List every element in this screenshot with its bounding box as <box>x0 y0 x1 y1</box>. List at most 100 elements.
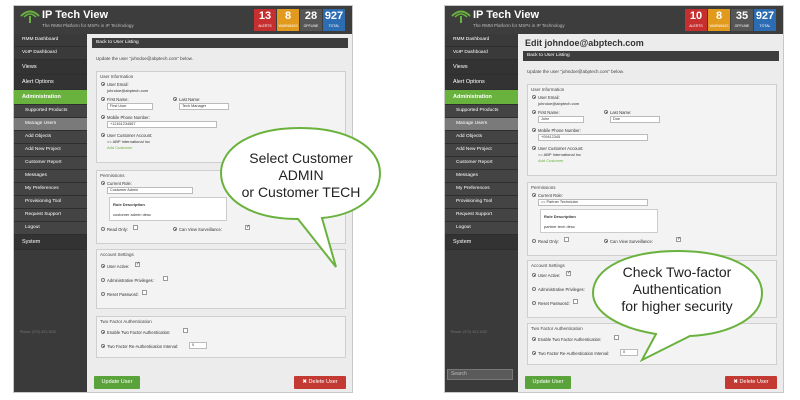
nav-add-new-project[interactable]: Add New Project <box>14 144 87 157</box>
phone-radio[interactable] <box>532 128 536 132</box>
offline-counter[interactable]: 28 OFFLINE <box>300 9 322 31</box>
nav-add-objects[interactable]: Add Objects <box>14 131 87 144</box>
add-customer-link[interactable]: Add Customer <box>107 145 133 150</box>
nav-messages[interactable]: Messages <box>445 170 518 183</box>
surveillance-checkbox[interactable] <box>676 236 681 242</box>
nav-voip-dashboard[interactable]: VoIP Dashboard <box>445 47 518 60</box>
phone-radio[interactable] <box>101 115 105 119</box>
surveillance-radio[interactable] <box>604 239 608 243</box>
read-only-checkbox[interactable] <box>133 225 138 230</box>
nav-logout[interactable]: Logout <box>14 222 87 235</box>
email-radio[interactable] <box>101 82 105 86</box>
back-to-user-listing[interactable]: Back to User Listing <box>523 51 779 61</box>
reauth-interval-radio[interactable] <box>532 351 536 355</box>
admin-privileges-radio[interactable] <box>532 287 536 291</box>
back-to-user-listing[interactable]: Back to User Listing <box>92 38 348 48</box>
first-name-label: First Name: <box>107 97 129 102</box>
last-name-radio[interactable] <box>604 110 608 114</box>
total-counter[interactable]: 927 TOTAL <box>323 9 345 31</box>
offline-counter[interactable]: 35 OFFLINE <box>731 9 753 31</box>
user-active-radio[interactable] <box>101 264 105 268</box>
role-select[interactable]: Customer Admin <box>107 187 193 194</box>
enable-2fa-radio[interactable] <box>532 337 536 341</box>
account-radio[interactable] <box>101 133 105 137</box>
nav-administration[interactable]: Administration <box>14 90 87 105</box>
reset-password-radio[interactable] <box>101 292 105 296</box>
nav-logout[interactable]: Logout <box>445 222 518 235</box>
nav-request-support[interactable]: Request Support <box>14 209 87 222</box>
nav-provisioning-tool[interactable]: Provisioning Tool <box>14 196 87 209</box>
total-counter[interactable]: 927 TOTAL <box>754 9 776 31</box>
nav-supported-products[interactable]: Supported Products <box>14 105 87 118</box>
account-select[interactable]: == ABP International Inc <box>538 152 581 157</box>
nav-system[interactable]: System <box>14 235 87 250</box>
account-radio[interactable] <box>532 146 536 150</box>
email-radio[interactable] <box>532 95 536 99</box>
first-name-radio[interactable] <box>101 97 105 101</box>
nav-provisioning-tool[interactable]: Provisioning Tool <box>445 196 518 209</box>
last-name-input[interactable]: Tech Manager <box>179 103 229 110</box>
nav-voip-dashboard[interactable]: VoIP Dashboard <box>14 47 87 60</box>
nav-request-support[interactable]: Request Support <box>445 209 518 222</box>
reset-password-checkbox[interactable] <box>573 299 578 304</box>
nav-alert-options[interactable]: Alert Options <box>445 75 518 90</box>
last-name-input[interactable]: Doe <box>610 116 660 123</box>
read-only-radio[interactable] <box>101 227 105 231</box>
last-name-radio[interactable] <box>173 97 177 101</box>
nav-my-preferences[interactable]: My Preferences <box>445 183 518 196</box>
user-active-checkbox[interactable] <box>135 261 140 267</box>
nav-views[interactable]: Views <box>14 60 87 75</box>
nav-system[interactable]: System <box>445 235 518 250</box>
reauth-interval-input[interactable]: 0 <box>189 342 207 349</box>
phone-input[interactable]: +12161234567 <box>107 121 217 128</box>
reset-password-label: Reset Password: <box>538 301 570 306</box>
nav-alert-options[interactable]: Alert Options <box>14 75 87 90</box>
reauth-interval-radio[interactable] <box>101 344 105 348</box>
nav-add-new-project[interactable]: Add New Project <box>445 144 518 157</box>
sidebar-search-input[interactable]: Search <box>447 369 513 380</box>
first-name-radio[interactable] <box>532 110 536 114</box>
enable-2fa-checkbox[interactable] <box>183 328 188 333</box>
admin-privileges-radio[interactable] <box>101 278 105 282</box>
alerts-counter[interactable]: 10 ALERTS <box>685 9 707 31</box>
role-description-header: Role Description <box>544 214 576 219</box>
reset-password-checkbox[interactable] <box>142 290 147 295</box>
admin-privileges-checkbox[interactable] <box>163 276 168 281</box>
nav-supported-products[interactable]: Supported Products <box>445 105 518 118</box>
nav-views[interactable]: Views <box>445 60 518 75</box>
nav-manage-users[interactable]: Manage Users <box>445 118 518 131</box>
nav-administration[interactable]: Administration <box>445 90 518 105</box>
alerts-counter[interactable]: 13 ALERTS <box>254 9 276 31</box>
first-name-input[interactable]: John <box>538 116 584 123</box>
nav-my-preferences[interactable]: My Preferences <box>14 183 87 196</box>
nav-messages[interactable]: Messages <box>14 170 87 183</box>
enable-2fa-radio[interactable] <box>101 330 105 334</box>
role-radio[interactable] <box>101 181 105 185</box>
reset-password-radio[interactable] <box>532 301 536 305</box>
nav-rmm-dashboard[interactable]: RMM Dashboard <box>445 34 518 47</box>
read-only-radio[interactable] <box>532 239 536 243</box>
delete-user-button[interactable]: ✖ Delete User <box>725 376 777 389</box>
nav-rmm-dashboard[interactable]: RMM Dashboard <box>14 34 87 47</box>
first-name-input[interactable]: First User <box>107 103 153 110</box>
role-radio[interactable] <box>532 193 536 197</box>
account-select[interactable]: == ABP International Inc <box>107 139 150 144</box>
warnings-counter[interactable]: 8 WARNINGS <box>277 9 299 31</box>
nav-add-objects[interactable]: Add Objects <box>445 131 518 144</box>
delete-user-button[interactable]: ✖ Delete User <box>294 376 346 389</box>
nav-customer-report[interactable]: Customer Report <box>445 157 518 170</box>
update-user-button[interactable]: Update User <box>94 376 140 389</box>
update-user-button[interactable]: Update User <box>525 376 571 389</box>
phone-input[interactable]: +09412345 <box>538 134 648 141</box>
user-active-checkbox[interactable] <box>566 270 571 276</box>
warnings-counter[interactable]: 8 WARNINGS <box>708 9 730 31</box>
sidebar-phone: Phone: (972) 401-1030 <box>451 330 487 334</box>
user-active-radio[interactable] <box>532 273 536 277</box>
read-only-checkbox[interactable] <box>564 237 569 242</box>
nav-customer-report[interactable]: Customer Report <box>14 157 87 170</box>
callout-line: for higher security <box>621 298 733 314</box>
nav-manage-users[interactable]: Manage Users <box>14 118 87 131</box>
role-select[interactable]: == Partner Technician <box>538 199 648 206</box>
surveillance-radio[interactable] <box>173 227 177 231</box>
add-customer-link[interactable]: Add Customer <box>538 158 564 163</box>
